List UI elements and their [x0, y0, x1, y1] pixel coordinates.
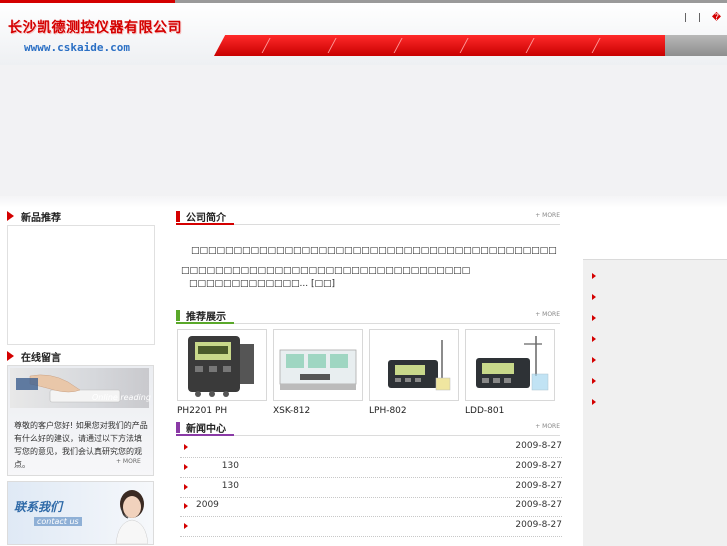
product-card[interactable]: XSK-812: [273, 329, 363, 416]
section-underline: [176, 322, 234, 324]
product-card[interactable]: LPH-802: [369, 329, 459, 416]
nav-separator: [525, 38, 535, 53]
message-more-link[interactable]: + MORE: [116, 458, 141, 465]
news-more[interactable]: + MORE: [535, 423, 560, 430]
section-underline: [176, 434, 234, 436]
online-message-header: 在线留言: [7, 349, 153, 365]
news-center-header: 新闻中心 + MORE: [176, 420, 560, 436]
nav-separator: [591, 38, 601, 53]
new-products-box: [7, 225, 155, 345]
section-accent-bar: [176, 211, 180, 222]
news-item[interactable]: 2009-8-27: [180, 438, 562, 458]
product-card[interactable]: PH2201 PH: [177, 329, 267, 416]
bullet-arrow-icon: [184, 523, 188, 529]
company-intro-header: 公司简介 + MORE: [176, 209, 560, 225]
bullet-arrow-icon: [184, 503, 188, 509]
product-image: [465, 329, 555, 401]
bullet-arrow-icon: [184, 444, 188, 450]
nav-separator: [459, 38, 469, 53]
category-link-arrow-icon[interactable]: [592, 399, 596, 405]
company-logo-name[interactable]: 长沙凯德测控仪器有限公司: [8, 17, 182, 37]
company-intro-text: □□□□□□□□□□□□□□□□□□□□□□□□□□□□□□□□□□□□□□□□…: [181, 246, 557, 276]
recommended-more[interactable]: + MORE: [535, 311, 560, 318]
news-date: 2009-8-27: [515, 461, 562, 471]
product-image: [369, 329, 459, 401]
section-accent-bar: [176, 310, 180, 321]
customer-service-person-icon: [115, 490, 148, 544]
category-link-arrow-icon[interactable]: [592, 294, 596, 300]
top-link-1[interactable]: |: [684, 13, 687, 23]
recommended-title: 推荐展示: [186, 312, 226, 323]
bullet-arrow-icon: [184, 484, 188, 490]
water-bath-icon: [279, 349, 357, 390]
news-date: 2009-8-27: [515, 441, 562, 451]
news-date: 2009-8-27: [515, 500, 562, 510]
top-link-2[interactable]: |: [698, 13, 701, 23]
news-item[interactable]: 130 2009-8-27: [180, 458, 562, 478]
news-item[interactable]: 2009 2009-8-27: [180, 497, 562, 517]
category-link-arrow-icon[interactable]: [592, 378, 596, 384]
ph-meter-icon: [188, 336, 254, 397]
online-message-panel[interactable]: Online reading 尊敬的客户您好! 如果您对我们的产品有什么好的建议…: [7, 365, 154, 476]
keyboard-hand-image: [10, 368, 149, 408]
nav-separator: [393, 38, 403, 53]
right-category-panel: [583, 259, 727, 546]
arrow-right-icon: [7, 351, 14, 361]
news-center-title: 新闻中心: [186, 424, 226, 435]
category-link-arrow-icon[interactable]: [592, 315, 596, 321]
contact-title-en: contact us: [34, 517, 82, 526]
product-name: LPH-802: [369, 406, 407, 416]
company-intro-more-text[interactable]: □□□□□□□□□□□□□... [□□]: [189, 279, 335, 289]
news-title[interactable]: 130: [196, 481, 239, 491]
arrow-right-icon: [7, 211, 14, 221]
nav-separator: [327, 38, 337, 53]
category-link-arrow-icon[interactable]: [592, 273, 596, 279]
section-underline: [176, 223, 234, 225]
ph-benchtop-meter-icon: [388, 340, 451, 391]
section-accent-bar: [176, 422, 180, 433]
conductivity-meter-icon: [476, 336, 549, 391]
nav-end-block: [665, 35, 727, 56]
news-item[interactable]: 2009-8-27: [180, 517, 562, 537]
company-intro-more[interactable]: + MORE: [535, 212, 560, 219]
contact-us-banner[interactable]: 联系我们 contact us: [7, 481, 154, 545]
product-card[interactable]: LDD-801: [465, 329, 555, 416]
news-title[interactable]: 2009: [196, 500, 219, 510]
banner-fade: [0, 196, 727, 208]
company-intro-title: 公司简介: [186, 213, 226, 224]
category-link-arrow-icon[interactable]: [592, 336, 596, 342]
news-date: 2009-8-27: [515, 481, 562, 491]
product-name: XSK-812: [273, 406, 311, 416]
online-message-title: 在线留言: [21, 353, 61, 364]
product-name: PH2201 PH: [177, 406, 228, 416]
contact-title-cn: 联系我们: [14, 500, 63, 514]
company-website: wwww.cskaide.com: [24, 41, 130, 54]
new-products-title: 新品推荐: [21, 213, 61, 224]
recommended-header: 推荐展示 + MORE: [176, 308, 560, 324]
news-item[interactable]: 130 2009-8-27: [180, 478, 562, 498]
online-reading-caption: Online reading: [92, 393, 151, 402]
top-link-3[interactable]: �: [712, 13, 721, 23]
news-date: 2009-8-27: [515, 520, 562, 530]
product-image: [177, 329, 267, 401]
hand-on-keyboard-icon: [16, 374, 121, 403]
news-title[interactable]: 130: [196, 461, 239, 471]
new-products-header: 新品推荐: [7, 209, 153, 225]
bullet-arrow-icon: [184, 464, 188, 470]
main-nav-bar[interactable]: [214, 35, 678, 56]
product-name: LDD-801: [465, 406, 505, 416]
product-image: [273, 329, 363, 401]
category-link-arrow-icon[interactable]: [592, 357, 596, 363]
top-links: | | �: [684, 13, 727, 23]
nav-separator: [261, 38, 271, 53]
banner: [0, 65, 727, 201]
